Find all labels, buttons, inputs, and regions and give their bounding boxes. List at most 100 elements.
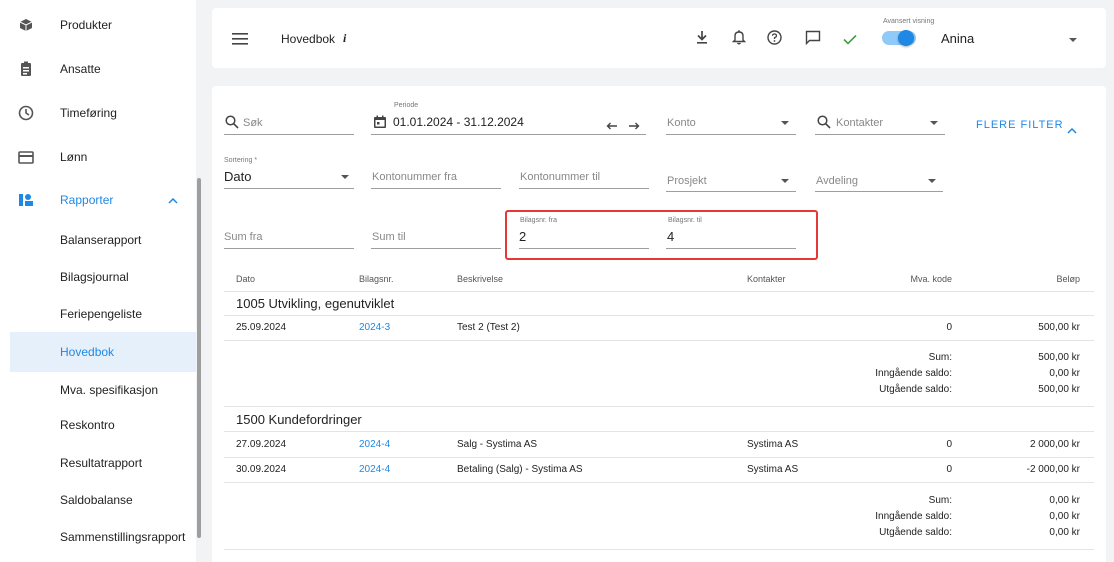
bell-icon[interactable] — [731, 29, 747, 50]
bilagsnr-fra-input[interactable]: 2 — [519, 229, 526, 244]
calendar-icon[interactable] — [373, 115, 387, 134]
search-underline — [224, 134, 354, 135]
sidebar-subitem-balanserapport[interactable]: Balanserapport — [0, 220, 196, 260]
summary-utgaende-value: 0,00 kr — [1049, 527, 1080, 538]
check-icon[interactable] — [843, 32, 857, 50]
sidebar-subitem-reskontro[interactable]: Reskontro — [0, 405, 196, 445]
avdeling-chevron-icon[interactable] — [928, 179, 936, 183]
header-kontakter[interactable]: Kontakter — [747, 274, 786, 284]
sidebar-subitem-saldobalanse[interactable]: Saldobalanse — [0, 480, 196, 520]
cell-bilagsnr-link[interactable]: 2024-3 — [359, 322, 390, 333]
bilagsnr-til-input[interactable]: 4 — [667, 229, 674, 244]
header-dato[interactable]: Dato — [236, 274, 255, 284]
sidebar-subitem-mva-spesifikasjon[interactable]: Mva. spesifikasjon — [0, 370, 196, 410]
divider — [224, 457, 1094, 458]
chevron-up-icon[interactable] — [168, 193, 178, 207]
search-input[interactable]: Søk — [243, 117, 263, 129]
cell-beskrivelse: Betaling (Salg) - Systima AS — [457, 464, 583, 475]
kontonummer-til-underline — [519, 188, 649, 189]
sidebar-subitem-label: Saldobalanse — [60, 493, 133, 507]
arrow-left-icon[interactable] — [606, 117, 618, 135]
card-icon — [18, 149, 34, 165]
sidebar-item-label: Timeføring — [60, 106, 117, 120]
more-filters-button[interactable]: FLERE FILTER — [976, 119, 1064, 131]
sidebar: Produkter Ansatte Timeføring Lønn Rappor… — [0, 0, 196, 562]
cell-beskrivelse: Salg - Systima AS — [457, 439, 538, 450]
toggle-knob — [898, 30, 914, 46]
sidebar-scrollbar-thumb[interactable] — [197, 178, 201, 538]
sum-til-input[interactable]: Sum til — [372, 231, 406, 243]
sidebar-subitem-bilagsjournal[interactable]: Bilagsjournal — [0, 257, 196, 297]
summary-sum-value: 0,00 kr — [1049, 495, 1080, 506]
cell-kontakt: Systima AS — [747, 439, 799, 450]
konto-chevron-icon[interactable] — [781, 121, 789, 125]
sidebar-subitem-label: Bilagsjournal — [60, 270, 129, 284]
summary-inngaende-value: 0,00 kr — [1049, 368, 1080, 379]
sidebar-item-ansatte[interactable]: Ansatte — [0, 49, 196, 89]
sidebar-item-rapporter[interactable]: Rapporter — [0, 180, 196, 220]
sidebar-subitem-resultatrapport[interactable]: Resultatrapport — [0, 443, 196, 483]
sidebar-subitem-sammenstillingsrapport[interactable]: Sammenstillingsrapport — [0, 517, 196, 557]
download-icon[interactable] — [696, 30, 708, 49]
user-dropdown-chevron-icon[interactable] — [1069, 38, 1077, 42]
cell-belop: 2 000,00 kr — [1029, 439, 1080, 450]
sidebar-item-label: Lønn — [60, 150, 88, 164]
prosjekt-select[interactable]: Prosjekt — [667, 175, 707, 187]
avdeling-select[interactable]: Avdeling — [816, 175, 858, 187]
kontakter-chevron-icon[interactable] — [930, 121, 938, 125]
sum-til-underline — [371, 248, 501, 249]
header-mva-kode[interactable]: Mva. kode — [852, 274, 952, 284]
menu-icon[interactable] — [232, 32, 248, 50]
sidebar-item-lonn[interactable]: Lønn — [0, 137, 196, 177]
chat-icon[interactable] — [805, 30, 821, 50]
help-icon[interactable] — [767, 30, 782, 50]
header-bilagsnr[interactable]: Bilagsnr. — [359, 274, 394, 284]
sum-fra-input[interactable]: Sum fra — [224, 231, 263, 243]
summary-inngaende-value: 0,00 kr — [1049, 511, 1080, 522]
header-beskrivelse[interactable]: Beskrivelse — [457, 274, 503, 284]
info-icon[interactable]: i — [343, 31, 346, 46]
chevron-up-icon[interactable] — [1067, 121, 1077, 139]
sidebar-item-label: Produkter — [60, 18, 113, 32]
sidebar-item-produkter[interactable]: Produkter — [0, 5, 196, 45]
periode-label: Periode — [394, 102, 419, 109]
sortering-chevron-icon[interactable] — [341, 175, 349, 179]
kontonummer-til-input[interactable]: Kontonummer til — [520, 171, 600, 183]
sidebar-subitem-label: Reskontro — [60, 418, 115, 432]
summary-sum-value: 500,00 kr — [1038, 352, 1080, 363]
sortering-select[interactable]: Dato — [224, 169, 251, 184]
summary-sum-label: Sum: — [928, 495, 952, 506]
header-belop[interactable]: Beløp — [980, 274, 1080, 284]
sidebar-subitem-feriepengeliste[interactable]: Feriepengeliste — [0, 294, 196, 334]
sidebar-subitem-hovedbok[interactable]: Hovedbok — [10, 332, 196, 372]
sidebar-subitem-label: Mva. spesifikasjon — [60, 383, 159, 397]
bilagsnr-til-label: Bilagsnr. til — [668, 217, 702, 224]
periode-underline — [371, 134, 646, 135]
konto-select[interactable]: Konto — [667, 117, 696, 129]
user-name[interactable]: Anina — [941, 31, 974, 46]
cell-bilagsnr-link[interactable]: 2024-4 — [359, 439, 390, 450]
clock-icon — [18, 105, 34, 121]
arrow-right-icon[interactable] — [628, 117, 640, 135]
topbar: Hovedbok i Avansert visning Anina — [212, 8, 1106, 68]
cell-bilagsnr-link[interactable]: 2024-4 — [359, 464, 390, 475]
kontakter-select[interactable]: Kontakter — [836, 117, 883, 129]
summary-utgaende-label: Utgående saldo: — [879, 384, 952, 395]
prosjekt-chevron-icon[interactable] — [781, 179, 789, 183]
sidebar-item-label: Ansatte — [60, 62, 101, 76]
main-content: Søk Periode 01.01.2024 - 31.12.2024 Kont… — [212, 86, 1106, 562]
periode-input[interactable]: 01.01.2024 - 31.12.2024 — [393, 115, 524, 129]
contacts-search-icon — [817, 115, 831, 134]
divider — [224, 340, 1094, 341]
summary-sum-label: Sum: — [928, 352, 952, 363]
summary-inngaende-label: Inngående saldo: — [875, 368, 952, 379]
sidebar-item-timeforing[interactable]: Timeføring — [0, 93, 196, 133]
bilagsnr-fra-underline — [519, 248, 649, 249]
cell-mva: 0 — [946, 464, 952, 475]
cell-kontakt: Systima AS — [747, 464, 799, 475]
summary-inngaende-label: Inngående saldo: — [875, 511, 952, 522]
sortering-label: Sortering * — [224, 157, 258, 164]
sidebar-subitem-label: Resultatrapport — [60, 456, 143, 470]
advanced-view-toggle[interactable] — [882, 30, 916, 46]
kontonummer-fra-input[interactable]: Kontonummer fra — [372, 171, 457, 183]
